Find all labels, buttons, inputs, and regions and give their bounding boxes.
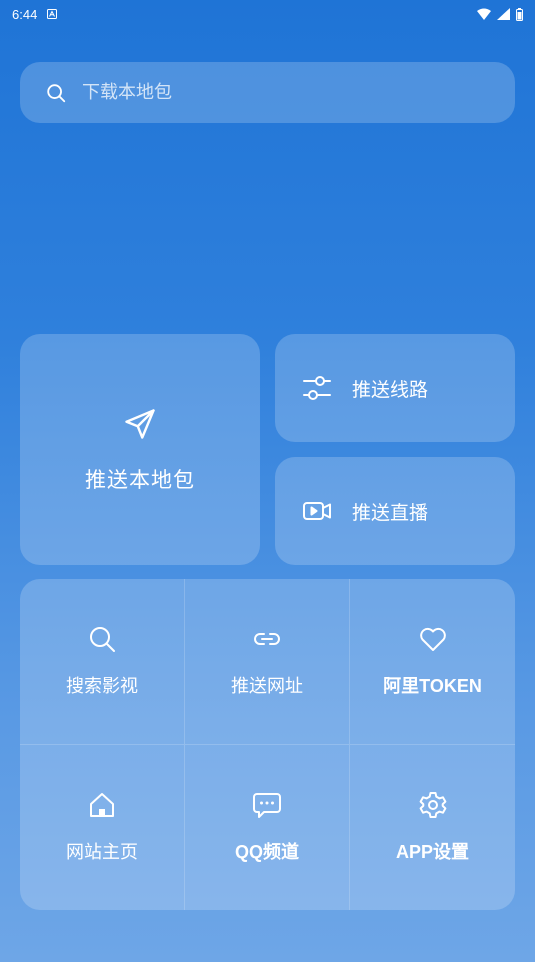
home-icon [87,790,117,820]
notification-icon [47,9,58,19]
action-grid: 搜索影视 推送网址 阿里TOKEN 网站主页 QQ频道 APP设置 [20,579,515,910]
app-settings-button[interactable]: APP设置 [350,745,515,911]
push-local-package-label: 推送本地包 [85,467,195,492]
search-video-button[interactable]: 搜索影视 [20,579,185,745]
push-url-button[interactable]: 推送网址 [185,579,350,745]
push-live-label: 推送直播 [352,501,429,524]
ali-token-label: 阿里TOKEN [383,676,482,697]
app-settings-label: APP设置 [395,842,469,863]
signal-icon [497,8,510,20]
push-url-label: 推送网址 [231,676,303,698]
search-icon [87,624,117,654]
video-icon [302,496,332,526]
push-local-package-button[interactable]: 推送本地包 [20,334,260,565]
push-route-label: 推送线路 [352,378,429,401]
battery-icon [516,7,523,21]
link-icon [252,624,282,654]
sliders-icon [302,373,332,403]
website-home-label: 网站主页 [66,842,138,864]
status-right [477,7,523,21]
wifi-icon [477,8,491,20]
status-left: 6:44 [12,6,58,22]
website-home-button[interactable]: 网站主页 [20,744,185,910]
chat-icon [252,790,282,820]
qq-channel-label: QQ频道 [234,842,299,863]
send-icon [122,406,158,442]
search-video-label: 搜索影视 [66,676,138,698]
ali-token-button[interactable]: 阿里TOKEN [350,579,515,745]
gear-icon [418,790,448,820]
search-icon [44,81,68,105]
push-route-button[interactable]: 推送线路 [275,334,515,442]
status-time: 6:44 [12,6,38,22]
qq-channel-button[interactable]: QQ频道 [185,744,350,910]
push-live-button[interactable]: 推送直播 [275,457,515,565]
status-bar: 6:44 [0,0,535,28]
search-input[interactable] [80,81,464,104]
search-bar[interactable] [20,62,515,123]
heart-icon [418,624,448,654]
